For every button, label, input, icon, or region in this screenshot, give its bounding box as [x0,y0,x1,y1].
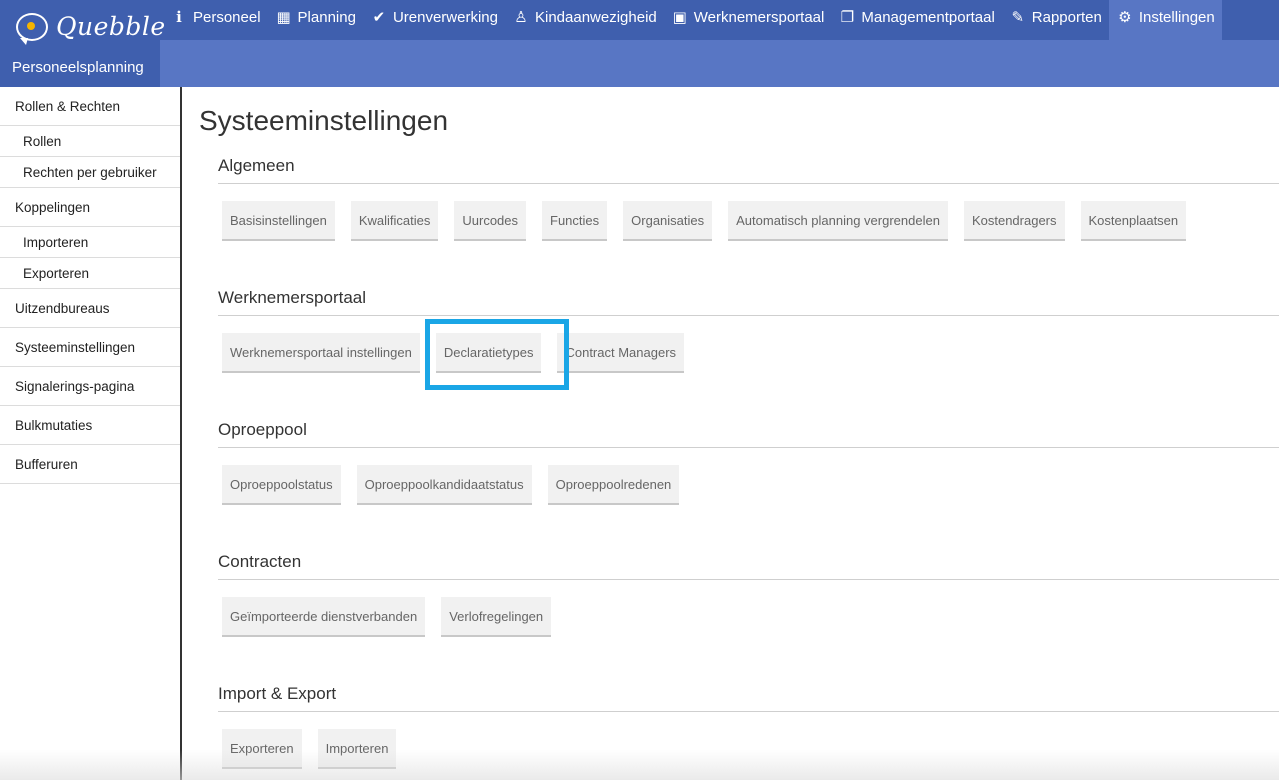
exporteren-button[interactable]: Exporteren [222,729,302,769]
nav-item-label: Kindaanwezigheid [534,8,657,26]
basisinstellingen-button[interactable]: Basisinstellingen [222,201,335,241]
nav-item-label: Planning [297,8,356,26]
sidebar-item-exporteren[interactable]: Exporteren [0,258,180,289]
button-row: Basisinstellingen Kwalificaties Uurcodes Fu… [218,201,1279,241]
page-title: Systeeminstellingen [199,105,449,136]
main-content: Systeeminstellingen Algemeen Basisinstell… [182,87,1279,780]
nav-item-label: Instellingen [1138,8,1215,26]
gear-icon: ⚙ [1118,9,1132,26]
calendar-icon: ▦ [276,9,291,26]
app-name: Personeelsplanning [12,59,144,76]
button-row: Werknemersportaal instellingen Declaratie… [218,333,1279,373]
organisaties-button[interactable]: Organisaties [623,201,713,241]
uurcodes-button[interactable]: Uurcodes [454,201,527,241]
nav-item-instellingen[interactable]: ⚙ Instellingen [1108,0,1222,40]
nav-item-urenverwerking[interactable]: ✔ Urenverwerking [363,0,505,34]
importeren-button[interactable]: Importeren [317,729,397,769]
nav-item-personeel[interactable]: ℹ Personeel [163,0,268,34]
logo[interactable]: Quebble [16,12,166,45]
kwalificaties-button[interactable]: Kwalificaties [350,201,439,241]
logo-text: Quebble [56,12,166,41]
section-algemeen: Algemeen Basisinstellingen Kwalificaties Uu… [218,156,1279,241]
section-contracten: Contracten Geïmporteerde dienstverbanden V… [218,552,1279,637]
nav-item-managementportaal[interactable]: ❐ Managementportaal [831,0,1001,34]
section-title: Oproeppool [218,420,1279,448]
sidebar-item-bufferuren[interactable]: Bufferuren [0,445,180,484]
oproeppoolstatus-button[interactable]: Oproeppoolstatus [222,465,341,505]
contract-managers-button[interactable]: Contract Managers [557,333,685,373]
info-icon: ℹ [176,9,182,26]
kostendragers-button[interactable]: Kostendragers [963,201,1065,241]
sidebar-item-systeeminstellingen[interactable]: Systeeminstellingen [0,328,180,367]
section-title: Werknemersportaal [218,288,1279,316]
sidebar: Rollen & Rechten Rollen Rechten per gebrui… [0,87,182,780]
functies-button[interactable]: Functies [542,201,608,241]
briefcase-icon: ▣ [672,9,687,26]
nav-item-label: Personeel [193,8,261,26]
nav-item-label: Rapporten [1031,8,1102,26]
kostenplaatsen-button[interactable]: Kostenplaatsen [1080,201,1187,241]
sidebar-item-uitzendbureaus[interactable]: Uitzendbureaus [0,289,180,328]
sub-navigation-bar [160,40,1279,87]
button-row: Exporteren Importeren [218,729,1279,769]
nav-item-label: Werknemersportaal [693,8,825,26]
section-import-export: Import & Export Exporteren Importeren [218,684,1279,769]
check-icon: ✔ [372,9,386,26]
nav-item-label: Urenverwerking [392,8,498,26]
logo-block: Quebble Personeelsplanning [0,0,165,87]
sidebar-item-rechten-per-gebruiker[interactable]: Rechten per gebruiker [0,157,180,188]
copy-icon: ❐ [840,9,855,26]
child-icon: ♙ [514,9,528,26]
paperclip-icon: ✎ [1011,9,1025,26]
sidebar-item-signalerings-pagina[interactable]: Signalerings-pagina [0,367,180,406]
button-row: Geïmporteerde dienstverbanden Verlofregel… [218,597,1279,637]
nav-item-planning[interactable]: ▦ Planning [268,0,363,34]
section-title: Algemeen [218,156,1279,184]
sidebar-item-rollen-rechten[interactable]: Rollen & Rechten [0,87,180,126]
button-row: Oproeppoolstatus Oproeppoolkandidaatstatu… [218,465,1279,505]
section-title: Contracten [218,552,1279,580]
section-werknemersportaal: Werknemersportaal Werknemersportaal inste… [218,288,1279,373]
main-nav: ℹ Personeel ▦ Planning ✔ Urenverwerking ♙ Kinda… [163,0,1222,40]
sidebar-item-rollen[interactable]: Rollen [0,126,180,157]
sidebar-item-koppelingen[interactable]: Koppelingen [0,188,180,227]
oproeppoolkandidaatstatus-button[interactable]: Oproeppoolkandidaatstatus [356,465,532,505]
section-title: Import & Export [218,684,1279,712]
oproeppoolredenen-button[interactable]: Oproeppoolredenen [547,465,680,505]
automatisch-planning-vergrendelen-button[interactable]: Automatisch planning vergrendelen [728,201,948,241]
verlofregelingen-button[interactable]: Verlofregelingen [441,597,552,637]
declaratietypes-button[interactable]: Declaratietypes [435,333,542,373]
speech-bubble-icon [16,12,48,45]
nav-item-werknemersportaal[interactable]: ▣ Werknemersportaal [664,0,832,34]
werknemersportaal-instellingen-button[interactable]: Werknemersportaal instellingen [222,333,420,373]
sidebar-item-bulkmutaties[interactable]: Bulkmutaties [0,406,180,445]
sidebar-item-importeren[interactable]: Importeren [0,227,180,258]
nav-item-rapporten[interactable]: ✎ Rapporten [1002,0,1109,34]
nav-item-kindaanwezigheid[interactable]: ♙ Kindaanwezigheid [505,0,664,34]
geimporteerde-dienstverbanden-button[interactable]: Geïmporteerde dienstverbanden [222,597,426,637]
section-oproeppool: Oproeppool Oproeppoolstatus Oproeppoolkand… [218,420,1279,505]
nav-item-label: Managementportaal [861,8,995,26]
